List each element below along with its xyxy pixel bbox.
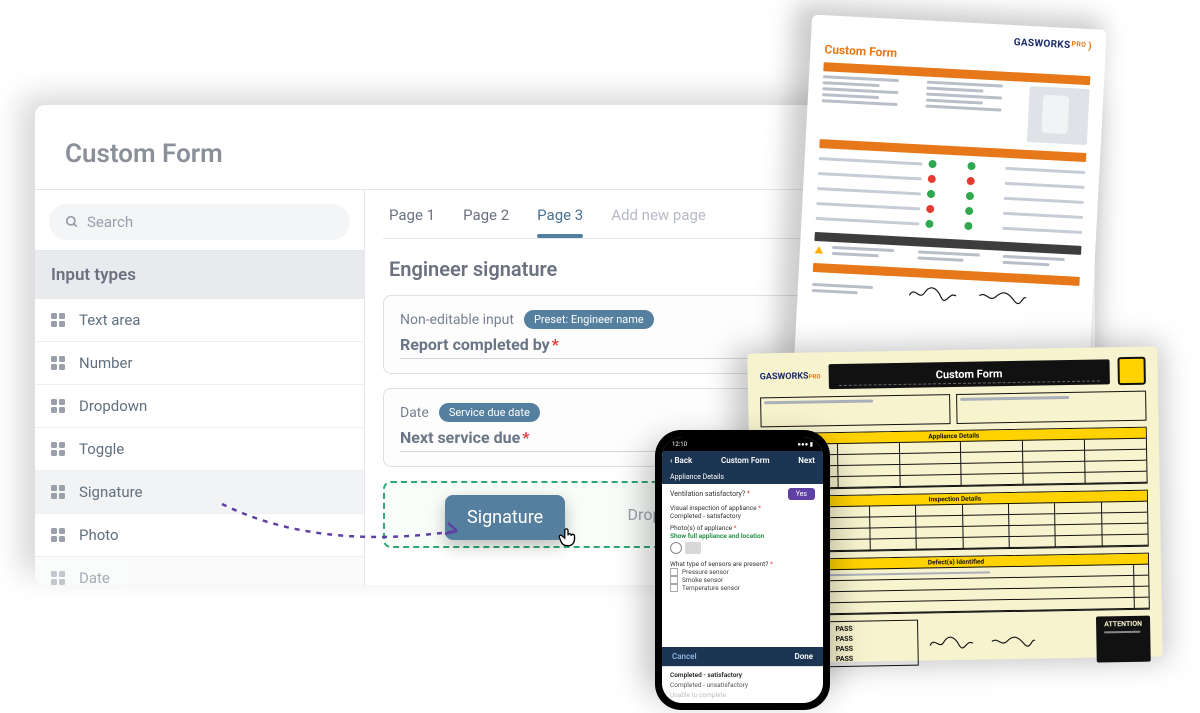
sidebar-item-dropdown[interactable]: Dropdown <box>35 385 364 428</box>
cancel-button[interactable]: Cancel <box>672 652 697 661</box>
check-icon <box>927 190 935 198</box>
sidebar-item-label: Signature <box>79 483 143 501</box>
attention-box: ATTENTION <box>1096 616 1151 663</box>
sidebar-item-number[interactable]: Number <box>35 342 364 385</box>
drag-handle-icon <box>51 356 65 370</box>
preset-badge: Preset: Engineer name <box>524 310 654 329</box>
sidebar-item-label: Text area <box>79 311 140 329</box>
drag-chip-signature[interactable]: Signature <box>445 495 565 540</box>
attention-label: ATTENTION <box>1104 620 1142 629</box>
check-icon <box>926 220 934 228</box>
phone-nav-bar: ‹ Back Custom Form Next <box>662 451 823 470</box>
sidebar: Search Input types Text area Number Drop… <box>35 190 365 585</box>
search-icon <box>65 215 79 229</box>
field-type-label: Date <box>400 405 429 421</box>
check-icon <box>964 222 972 230</box>
phone-status-bar: 12:10 ●●● ▮ <box>662 437 823 451</box>
next-button[interactable]: Next <box>798 456 815 465</box>
field-type-label: Non-editable input <box>400 312 514 328</box>
hint-text: Show full appliance and location <box>670 532 764 540</box>
brand: GASWORKS <box>1014 37 1071 51</box>
drag-handle-icon <box>51 442 65 456</box>
sidebar-item-label: Dropdown <box>79 397 147 415</box>
answer-value: Completed - satisfactory <box>670 512 741 520</box>
question-label: Photo(s) of appliance <box>670 524 732 532</box>
signature-icon <box>908 283 959 304</box>
back-button[interactable]: ‹ Back <box>670 456 692 465</box>
doc-title: Custom Form <box>828 359 1110 389</box>
cross-icon <box>928 175 936 183</box>
gas-safe-badge <box>1117 357 1145 385</box>
check-icon <box>967 162 975 170</box>
photo-thumbnail[interactable] <box>685 542 701 554</box>
signature-icon <box>977 287 1028 308</box>
question-label: Ventilation satisfactory? <box>670 490 745 498</box>
drag-handle-icon <box>51 528 65 542</box>
drag-chip-label: Signature <box>467 507 543 528</box>
signature-icon <box>928 632 974 653</box>
drag-handle-icon <box>51 571 65 585</box>
search-placeholder: Search <box>87 213 133 231</box>
sidebar-item-signature[interactable]: Signature <box>35 471 364 514</box>
drag-handle-icon <box>51 313 65 327</box>
cross-icon <box>926 205 934 213</box>
status-time: 12:10 <box>672 441 687 448</box>
cross-icon <box>966 177 974 185</box>
picker-option[interactable]: Unable to complete <box>670 691 815 699</box>
search-input[interactable]: Search <box>49 204 350 240</box>
sidebar-item-date[interactable]: Date <box>35 557 364 585</box>
nav-title: Custom Form <box>721 456 770 465</box>
checkbox-option[interactable]: Pressure sensor <box>670 568 815 576</box>
check-icon <box>965 207 973 215</box>
sidebar-item-photo[interactable]: Photo <box>35 514 364 557</box>
drag-handle-icon <box>51 485 65 499</box>
required-indicator: * <box>552 335 559 354</box>
drag-handle-icon <box>51 399 65 413</box>
checkbox-option[interactable]: Smoke sensor <box>670 576 815 584</box>
tab-page-1[interactable]: Page 1 <box>389 206 435 238</box>
field-name: Report completed by <box>400 335 550 354</box>
question-label: What type of sensors are present? <box>670 560 768 568</box>
tab-add-page[interactable]: Add new page <box>611 206 706 238</box>
tab-page-2[interactable]: Page 2 <box>463 206 509 238</box>
required-indicator: * <box>522 428 529 447</box>
field-name: Next service due <box>400 428 520 447</box>
preview-phone: 12:10 ●●● ▮ ‹ Back Custom Form Next Appl… <box>655 430 830 710</box>
preview-doc-orange: GASWORKSPRO) Custom Form <box>794 15 1107 375</box>
check-icon <box>929 160 937 168</box>
warning-icon <box>814 245 825 256</box>
check-icon <box>965 192 973 200</box>
section-label: Appliance Details <box>662 470 823 484</box>
done-button[interactable]: Done <box>794 652 813 661</box>
checkbox-option[interactable]: Temperature sensor <box>670 584 815 592</box>
signature-icon <box>990 631 1036 652</box>
appliance-photo <box>1027 86 1090 145</box>
question-label: Visual inspection of appliance <box>670 504 757 512</box>
brand-suffix: PRO <box>809 373 821 380</box>
picker-option[interactable]: Completed - satisfactory <box>670 671 815 679</box>
brand: GASWORKS <box>760 372 809 383</box>
sidebar-item-label: Toggle <box>79 440 124 458</box>
picker-options: Completed - satisfactory Completed - uns… <box>662 666 823 703</box>
pass-label: PASS <box>835 625 852 633</box>
sidebar-item-label: Date <box>79 569 110 585</box>
sidebar-section-header: Input types <box>35 251 364 299</box>
sidebar-item-label: Number <box>79 354 133 372</box>
add-photo-button[interactable] <box>670 542 682 554</box>
preset-badge: Service due date <box>439 403 540 422</box>
brand-suffix: PRO <box>1071 40 1086 52</box>
sidebar-item-text-area[interactable]: Text area <box>35 299 364 342</box>
status-icons: ●●● ▮ <box>797 441 813 448</box>
yes-button[interactable]: Yes <box>788 488 815 500</box>
picker-option[interactable]: Completed - unsatisfactory <box>670 681 815 689</box>
tab-page-3[interactable]: Page 3 <box>537 206 583 238</box>
cursor-hand-icon <box>555 524 581 550</box>
sidebar-item-label: Photo <box>79 526 119 544</box>
flame-icon: ) <box>1088 41 1092 52</box>
sidebar-item-toggle[interactable]: Toggle <box>35 428 364 471</box>
